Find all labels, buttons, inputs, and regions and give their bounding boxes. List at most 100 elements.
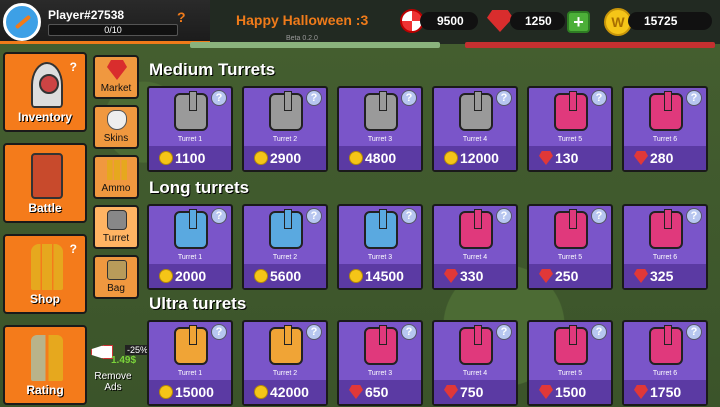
- section-title: Ultra turrets: [149, 294, 247, 313]
- turret-price: 2000: [175, 268, 207, 284]
- turret-icon: [649, 209, 683, 249]
- price-bar[interactable]: 330: [434, 264, 516, 288]
- price-bar[interactable]: 4800: [339, 146, 421, 170]
- section-title: Long turrets: [149, 178, 250, 197]
- turret-card[interactable]: ? Turret 5 1500: [527, 320, 613, 406]
- nav-rating-button[interactable]: Rating: [3, 325, 87, 405]
- nav-battle-button[interactable]: Battle: [3, 143, 87, 223]
- gem-icon: [349, 385, 363, 399]
- turret-card[interactable]: ? Turret 3 4800: [337, 86, 423, 172]
- price-bar[interactable]: 130: [529, 146, 611, 170]
- turret-card[interactable]: ? Turret 4 12000: [432, 86, 518, 172]
- add-gems-button[interactable]: +: [567, 11, 590, 33]
- turret-card[interactable]: ? Turret 1 1100: [147, 86, 233, 172]
- mask-icon: [107, 110, 127, 130]
- turret-price: 750: [460, 384, 484, 400]
- gem-icon: [444, 385, 458, 399]
- turret-icon: [649, 325, 683, 365]
- tab-turret[interactable]: Turret: [93, 205, 139, 249]
- info-icon[interactable]: ?: [211, 90, 227, 106]
- price-bar[interactable]: 280: [624, 146, 706, 170]
- nav-shop-button[interactable]: ? Shop: [3, 234, 87, 314]
- price-bar[interactable]: 14500: [339, 264, 421, 288]
- gem-icon: [539, 269, 553, 283]
- turret-card[interactable]: ? Turret 1 15000: [147, 320, 233, 406]
- info-icon[interactable]: ?: [211, 324, 227, 340]
- price-bar[interactable]: 42000: [244, 380, 326, 404]
- event-title: Happy Halloween :3: [236, 12, 369, 28]
- turret-card[interactable]: ? Turret 2 2900: [242, 86, 328, 172]
- bullets-icon: [107, 160, 127, 180]
- info-icon[interactable]: ?: [496, 324, 512, 340]
- turret-card[interactable]: ? Turret 2 42000: [242, 320, 328, 406]
- coin-icon: [159, 151, 173, 165]
- turret-card[interactable]: ? Turret 5 130: [527, 86, 613, 172]
- info-icon[interactable]: ?: [591, 90, 607, 106]
- turret-card[interactable]: ? Turret 1 2000: [147, 204, 233, 290]
- turret-card[interactable]: ? Turret 4 750: [432, 320, 518, 406]
- tab-bag[interactable]: Bag: [93, 255, 139, 299]
- price-bar[interactable]: 1500: [529, 380, 611, 404]
- price-bar[interactable]: 2000: [149, 264, 231, 288]
- info-icon[interactable]: ?: [401, 324, 417, 340]
- info-icon[interactable]: ?: [496, 208, 512, 224]
- price-bar[interactable]: 2900: [244, 146, 326, 170]
- info-icon[interactable]: ?: [306, 90, 322, 106]
- version-text: Beta 0.2.0: [286, 35, 318, 42]
- turret-card[interactable]: ? Turret 2 5600: [242, 204, 328, 290]
- price-bar[interactable]: 325: [624, 264, 706, 288]
- battle-icon: [31, 153, 63, 199]
- player-panel[interactable]: Player#27538 0/10 ?: [0, 0, 210, 44]
- info-icon[interactable]: ?: [686, 324, 702, 340]
- turret-name: Turret 6: [652, 254, 678, 261]
- turret-card[interactable]: ? Turret 6 280: [622, 86, 708, 172]
- price-bar[interactable]: 5600: [244, 264, 326, 288]
- turret-name: Turret 3: [367, 370, 393, 377]
- info-icon[interactable]: ?: [401, 208, 417, 224]
- player-name: Player#27538: [48, 8, 125, 22]
- section-title: Medium Turrets: [149, 60, 276, 79]
- turret-price: 1750: [650, 384, 682, 400]
- quest-icon[interactable]: ?: [177, 9, 186, 25]
- info-icon[interactable]: ?: [211, 208, 227, 224]
- info-icon[interactable]: ?: [591, 324, 607, 340]
- info-icon[interactable]: ?: [401, 90, 417, 106]
- turret-card[interactable]: ? Turret 3 14500: [337, 204, 423, 290]
- turret-card[interactable]: ? Turret 3 650: [337, 320, 423, 406]
- info-icon[interactable]: ?: [496, 90, 512, 106]
- info-icon[interactable]: ?: [306, 208, 322, 224]
- price-bar[interactable]: 1750: [624, 380, 706, 404]
- turret-card[interactable]: ? Turret 5 250: [527, 204, 613, 290]
- tab-ammo[interactable]: Ammo: [93, 155, 139, 199]
- info-icon[interactable]: ?: [306, 324, 322, 340]
- tab-market[interactable]: Market: [93, 55, 139, 99]
- info-icon[interactable]: ?: [686, 208, 702, 224]
- turret-icon: [107, 210, 127, 230]
- price-bar[interactable]: 250: [529, 264, 611, 288]
- coin-icon: [254, 151, 268, 165]
- price-bar[interactable]: 750: [434, 380, 516, 404]
- remove-ads-button[interactable]: -25% 1.49$ Remove Ads: [91, 345, 151, 401]
- turret-icon: [364, 325, 398, 365]
- turret-icon: [269, 325, 303, 365]
- info-icon[interactable]: ?: [591, 208, 607, 224]
- turret-price: 250: [555, 268, 579, 284]
- price-bar[interactable]: 650: [339, 380, 421, 404]
- coin-count: 15725: [644, 14, 678, 28]
- tab-label: Ammo: [101, 183, 131, 194]
- turret-card[interactable]: ? Turret 6 1750: [622, 320, 708, 406]
- turret-name: Turret 2: [272, 254, 298, 261]
- price-bar[interactable]: 1100: [149, 146, 231, 170]
- rating-icon: [31, 335, 63, 381]
- gem-icon: [107, 60, 127, 80]
- tab-skins[interactable]: Skins: [93, 105, 139, 149]
- turret-card[interactable]: ? Turret 6 325: [622, 204, 708, 290]
- info-icon[interactable]: ?: [686, 90, 702, 106]
- price-bar[interactable]: 15000: [149, 380, 231, 404]
- rocket-icon: [31, 62, 63, 108]
- turret-card[interactable]: ? Turret 4 330: [432, 204, 518, 290]
- nav-inventory-button[interactable]: ? Inventory: [3, 52, 87, 132]
- price-bar[interactable]: 12000: [434, 146, 516, 170]
- xp-text: 0/10: [104, 25, 122, 35]
- avatar[interactable]: [3, 3, 41, 41]
